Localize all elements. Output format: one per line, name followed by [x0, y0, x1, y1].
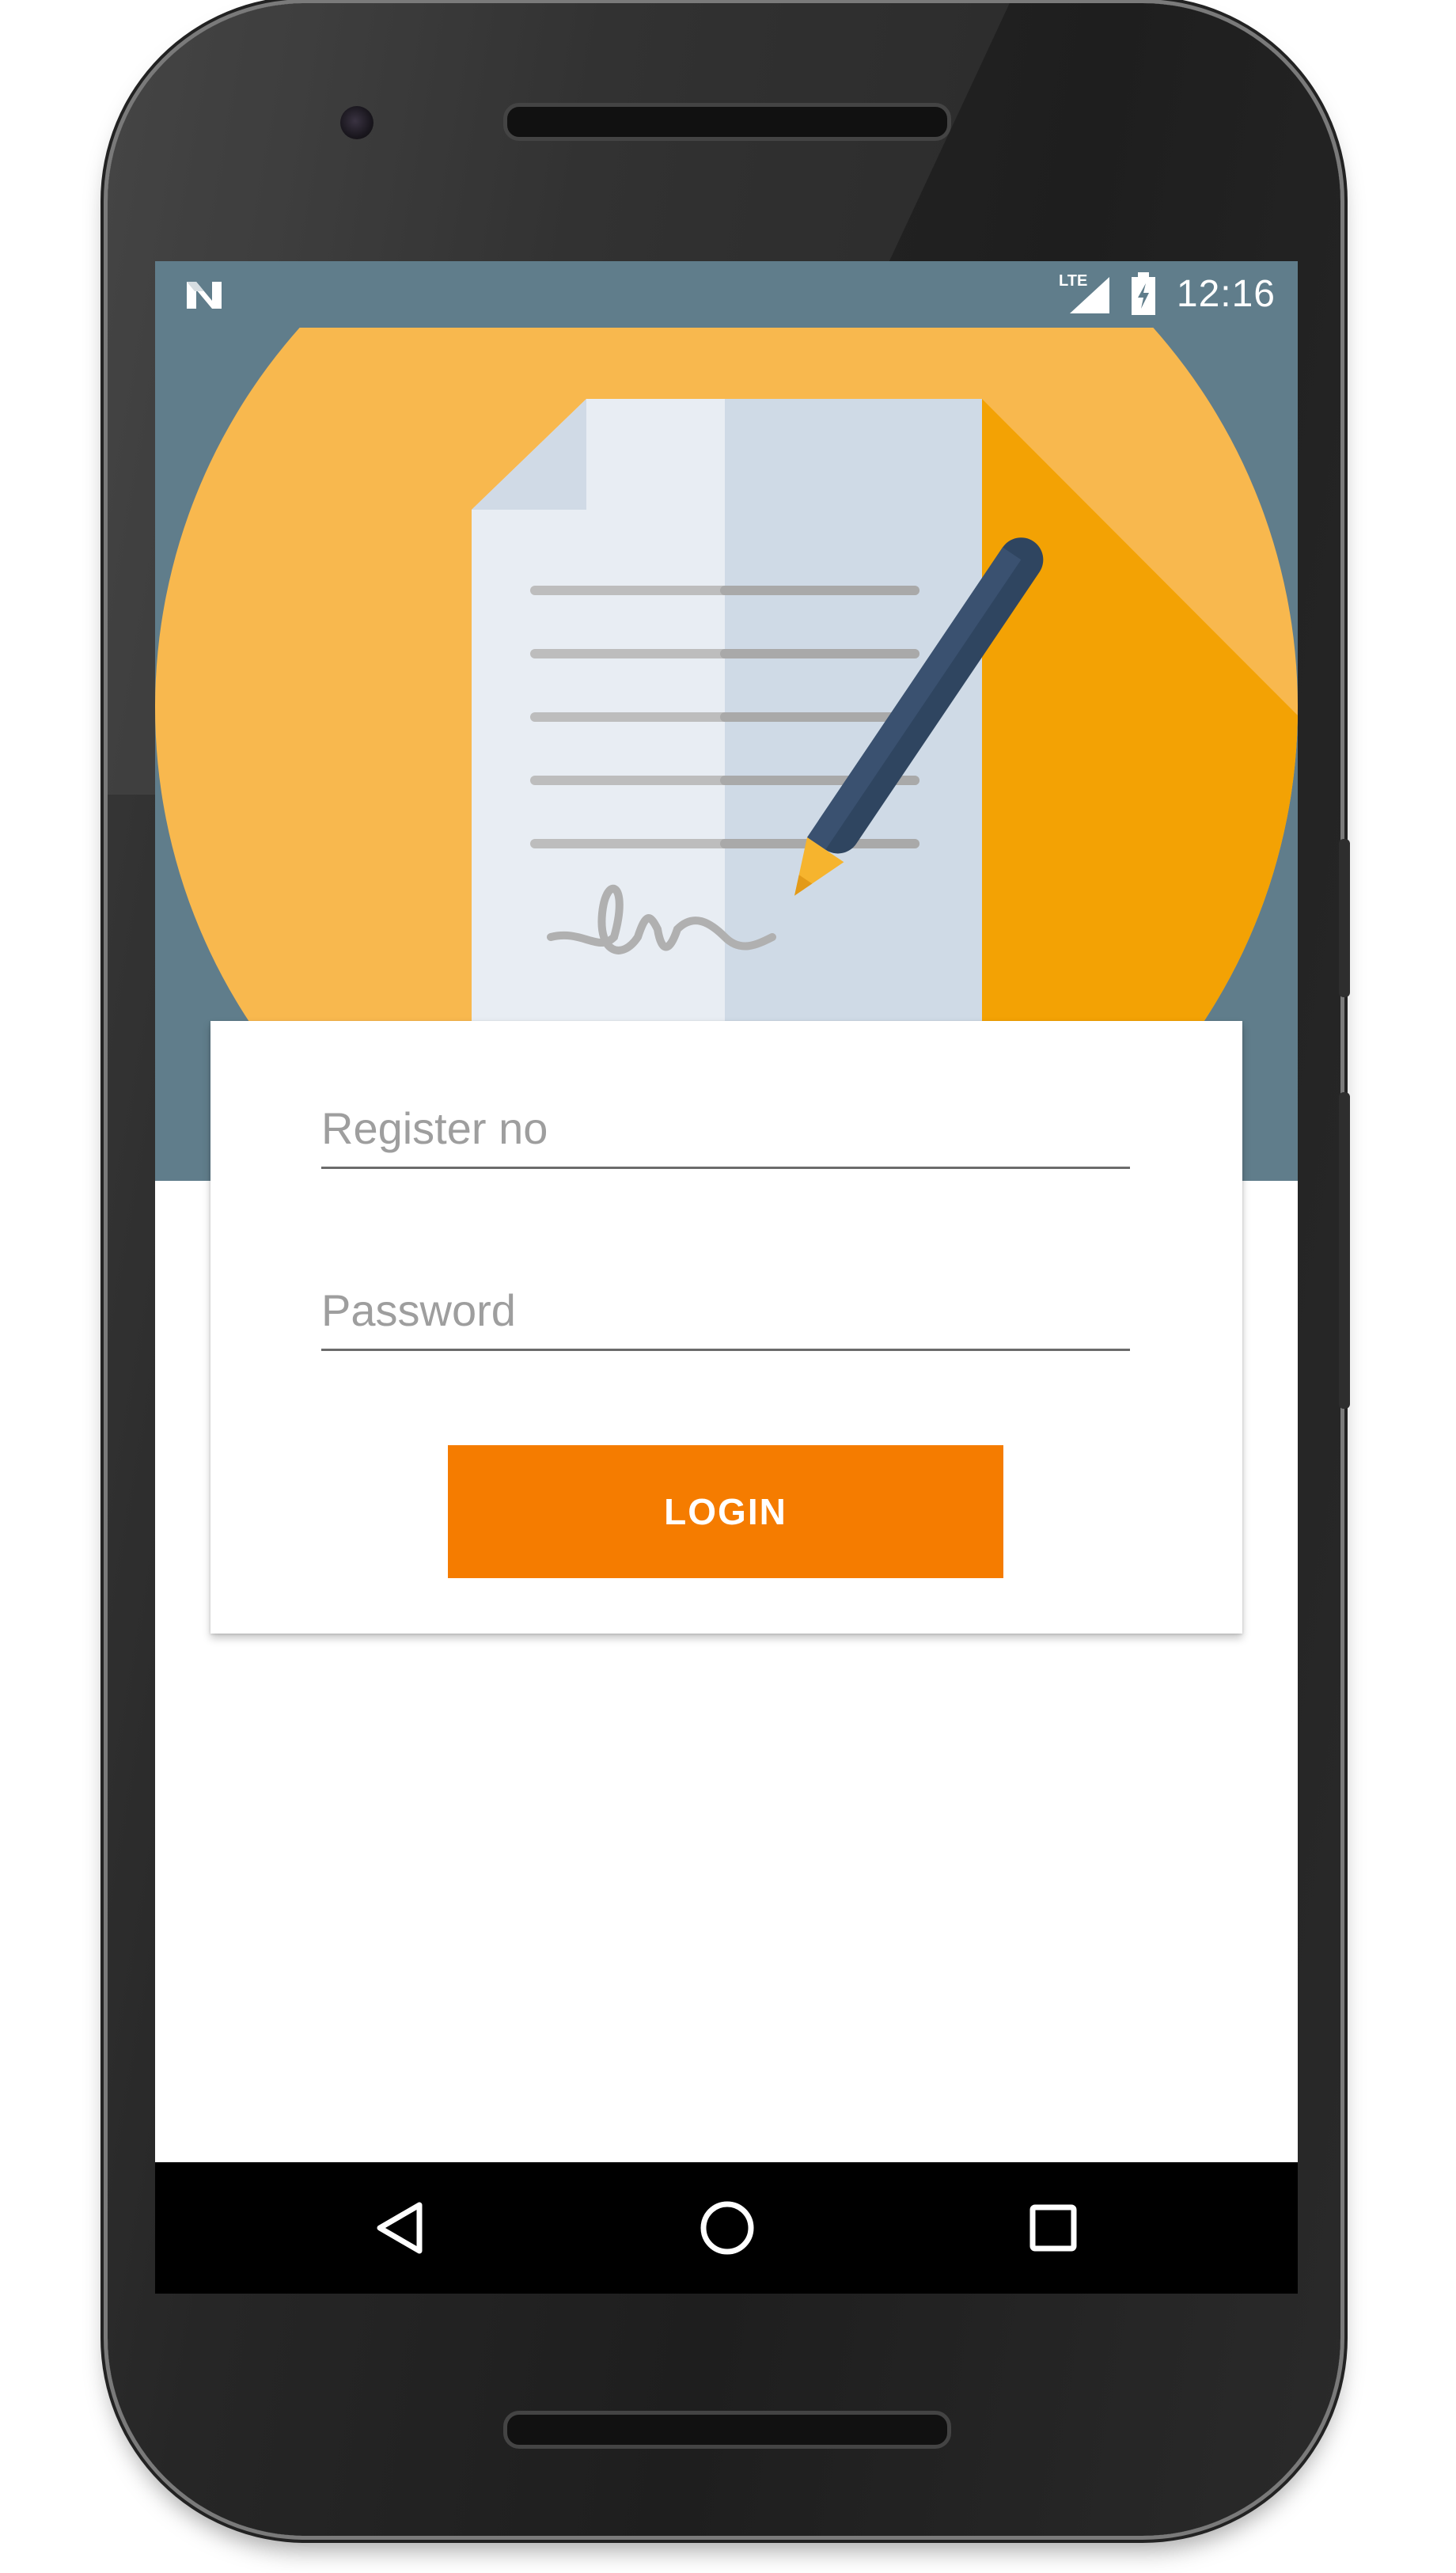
recents-button[interactable] [1011, 2186, 1095, 2270]
status-time: 12:16 [1176, 273, 1276, 315]
volume-button [1339, 1092, 1350, 1409]
front-camera [340, 106, 373, 139]
home-circle-icon [700, 2201, 754, 2255]
login-button[interactable]: LOGIN [448, 1445, 1003, 1578]
login-button-label: LOGIN [664, 1491, 787, 1532]
n-logo-icon [187, 282, 222, 309]
password-placeholder: Password [321, 1285, 516, 1335]
screen: LTE 12:16 Register no Password LOGIN [155, 261, 1298, 2294]
navigation-bar [155, 2162, 1298, 2294]
battery-charging-icon [1132, 272, 1155, 315]
home-button[interactable] [685, 2186, 769, 2270]
back-triangle-icon [377, 2202, 423, 2254]
status-bar: LTE 12:16 [155, 261, 1298, 328]
earpiece-speaker [503, 103, 951, 141]
back-button[interactable] [359, 2186, 443, 2270]
password-field[interactable]: Password [321, 1269, 1130, 1351]
signal-icon [1070, 277, 1109, 313]
register-no-field[interactable]: Register no [321, 1087, 1130, 1169]
power-button [1339, 839, 1350, 997]
bottom-speaker [503, 2411, 951, 2449]
login-card: Register no Password LOGIN [210, 1021, 1242, 1634]
register-no-placeholder: Register no [321, 1103, 548, 1153]
recents-square-icon [1029, 2204, 1077, 2252]
stage: LTE 12:16 Register no Password LOGIN [0, 0, 1456, 2573]
